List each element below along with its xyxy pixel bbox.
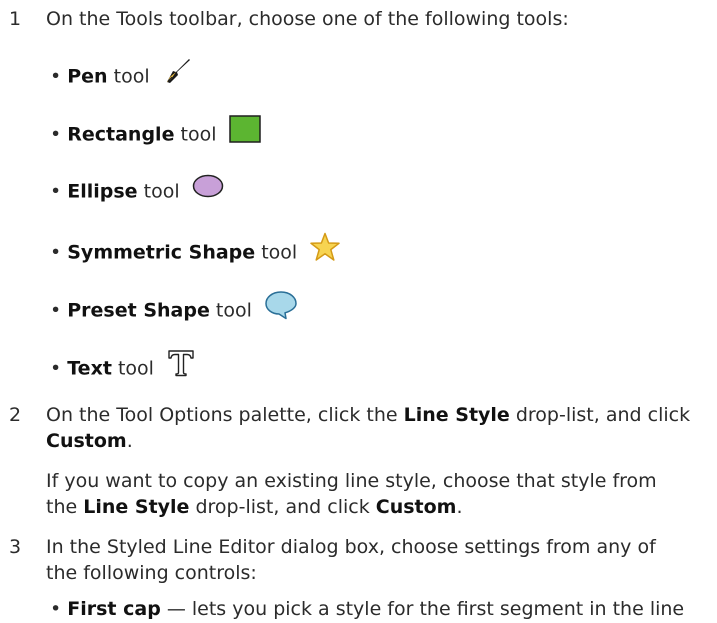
rectangle-icon [228,115,261,151]
text: drop-list, and click [509,404,691,426]
text-t-icon [166,348,196,386]
tool-suffix: tool [111,357,154,380]
bullet: • [50,299,68,322]
text: . [456,496,463,518]
star-icon [309,232,341,270]
text: the [46,496,84,518]
tool-name: Rectangle [67,123,175,146]
note-text: the Line Style drop-list, and click Cust… [46,494,463,521]
tool-suffix: tool [174,123,217,146]
tool-suffix: tool [107,65,150,88]
bullet: • [50,357,68,380]
pen-icon [162,56,192,94]
note-text: If you want to copy an existing line sty… [46,470,657,492]
bullet: • [50,598,68,620]
ui-term: Line Style [83,496,190,518]
ellipse-icon [192,174,224,206]
bullet: • [50,241,68,264]
bullet: • [50,65,68,88]
bullet: • [50,180,68,203]
step-text: On the Tools toolbar, choose one of the … [46,8,569,30]
step-text: In the Styled Line Editor dialog box, ch… [46,536,656,558]
list-item: • Symmetric Shape tool [50,232,341,272]
tool-suffix: tool [137,180,180,203]
step-text: Custom. [46,428,133,455]
control-name: First cap [67,598,161,620]
text: . [126,430,133,452]
tool-suffix: tool [255,241,298,264]
list-item: • Rectangle tool [50,115,261,153]
tool-name: Text [67,357,112,380]
list-item: • Preset Shape tool [50,290,298,330]
step-number: 2 [9,404,22,426]
speech-bubble-icon [264,290,298,328]
bullet: • [50,123,68,146]
ui-term: Line Style [403,404,510,426]
step-number: 1 [9,8,22,30]
text: drop-list, and click [189,496,376,518]
tool-name: Pen [67,65,108,88]
list-item: • Ellipse tool [50,174,224,208]
list-item: • First cap — lets you pick a style for … [50,596,684,623]
control-desc: — lets you pick a style for the first se… [160,598,685,620]
tool-name: Symmetric Shape [67,241,256,264]
tool-name: Preset Shape [67,299,210,322]
step-text: On the Tool Options palette, click the L… [46,402,690,429]
step-number: 3 [9,536,22,558]
ui-term: Custom [375,496,457,518]
step-text: the following controls: [46,562,257,584]
tool-name: Ellipse [67,180,138,203]
list-item: • Pen tool [50,58,192,96]
list-item: • Text tool [50,350,196,388]
text: On the Tool Options palette, click the [46,404,404,426]
ui-term: Custom [46,430,127,452]
tool-suffix: tool [209,299,252,322]
